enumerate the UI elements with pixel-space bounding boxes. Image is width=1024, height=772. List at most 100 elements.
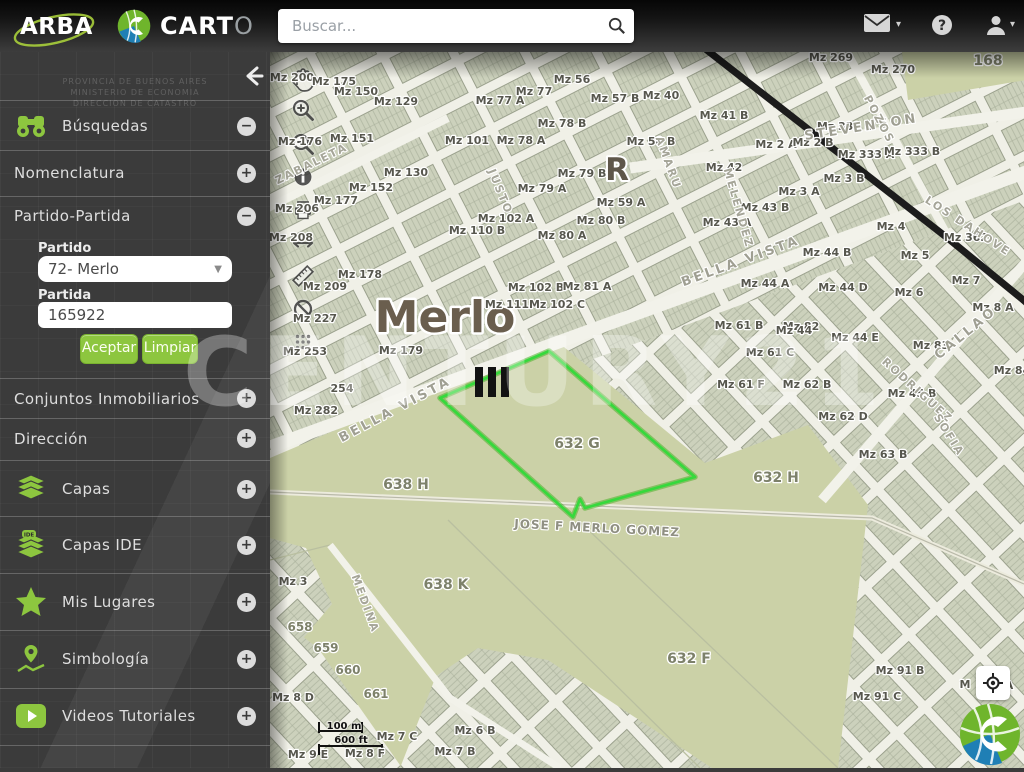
map-label: Mz 56 bbox=[554, 73, 591, 86]
map-label: 661 bbox=[363, 687, 388, 701]
map-label: Mz 41 B bbox=[700, 109, 749, 122]
carto-globe-icon bbox=[116, 8, 152, 44]
map-label: Mz 130 bbox=[384, 166, 428, 179]
sidebar-item-simbologia[interactable]: Simbología + bbox=[0, 636, 270, 682]
map-label: 660 bbox=[335, 663, 360, 677]
map-label: M bbox=[960, 678, 971, 691]
sidebar-item-partido-partida[interactable]: Partido-Partida − bbox=[0, 198, 270, 234]
sidebar: PROVINCIA DE BUENOS AIRES MINISTERIO DE … bbox=[0, 52, 270, 768]
collapse-sidebar-arrow-icon[interactable] bbox=[242, 64, 266, 88]
map-label: 168 bbox=[973, 53, 1002, 69]
expand-icon[interactable]: + bbox=[237, 164, 256, 183]
carto-globe-watermark-icon bbox=[958, 702, 1022, 766]
sidebar-item-direccion[interactable]: Dirección + bbox=[0, 420, 270, 457]
arba-logo-text: ARBA bbox=[20, 14, 93, 40]
map-label: Mz 152 bbox=[349, 181, 393, 194]
sidebar-item-capas[interactable]: Capas + bbox=[0, 464, 270, 514]
expand-icon[interactable]: + bbox=[237, 650, 256, 669]
map-label: 632 H bbox=[753, 470, 799, 486]
star-icon bbox=[10, 587, 52, 617]
map-label: Mz 269 bbox=[809, 52, 853, 64]
map-label: Mz 102 B bbox=[508, 281, 564, 294]
collapse-icon[interactable]: − bbox=[237, 117, 256, 136]
mail-caret-icon[interactable]: ▾ bbox=[896, 19, 901, 30]
partido-select[interactable]: 72- Merlo ▼ bbox=[38, 256, 232, 282]
map-label: Mz 101 bbox=[445, 134, 489, 147]
partido-selected-value: 72- Merlo bbox=[48, 260, 119, 278]
layers-icon bbox=[10, 475, 52, 503]
map-label: Mz 78 A bbox=[497, 134, 546, 147]
map-label: Mz 5 bbox=[901, 249, 930, 262]
aceptar-button[interactable]: Aceptar bbox=[80, 334, 138, 364]
map-label: Mz 7 B bbox=[434, 745, 475, 758]
arba-logo: ARBA bbox=[12, 8, 84, 44]
map-label: Mz 79 A bbox=[518, 182, 567, 195]
map-label: Mz 3 A bbox=[778, 185, 820, 198]
map-label: Mz 129 bbox=[374, 95, 418, 108]
sidebar-item-mis-lugares[interactable]: Mis Lugares + bbox=[0, 578, 270, 626]
map-label: 658 bbox=[287, 620, 312, 634]
search-input[interactable] bbox=[290, 16, 600, 36]
top-navbar: ARBA CARTO ▾ ? ▾ bbox=[0, 0, 1024, 52]
map-label: Mz 150 bbox=[334, 85, 378, 98]
sidebar-item-nomenclatura[interactable]: Nomenclatura + bbox=[0, 153, 270, 193]
scale-imperial-label: 600 ft bbox=[334, 735, 368, 746]
map-label: 254 bbox=[331, 382, 354, 395]
locate-me-button[interactable] bbox=[976, 666, 1010, 700]
map-label: 632 F bbox=[667, 651, 711, 667]
map-label: Mz 44 B bbox=[803, 246, 852, 259]
sidebar-item-label: Mis Lugares bbox=[62, 593, 155, 611]
map-label: Mz 282 bbox=[294, 404, 338, 417]
help-icon[interactable]: ? bbox=[931, 14, 953, 40]
mail-icon[interactable] bbox=[864, 14, 890, 37]
limpiar-button[interactable]: Limpiar bbox=[142, 334, 198, 364]
map-label: Mz 62 D bbox=[818, 410, 867, 423]
map-label: Mz 227 bbox=[293, 312, 337, 325]
expand-icon[interactable]: + bbox=[237, 536, 256, 555]
map-label: Mz 81 A bbox=[563, 280, 612, 293]
map-pin-icon bbox=[10, 645, 52, 673]
sidebar-item-capas-ide[interactable]: IDE Capas IDE + bbox=[0, 520, 270, 570]
map-label: Mz 91 C bbox=[853, 690, 901, 703]
play-video-icon bbox=[10, 704, 52, 728]
map-label: Mz 176 bbox=[278, 135, 322, 148]
sidebar-item-label: Dirección bbox=[14, 430, 88, 448]
sidebar-item-label: Videos Tutoriales bbox=[62, 707, 196, 725]
sidebar-item-label: Capas bbox=[62, 480, 110, 498]
map-label: Mz 6 B bbox=[454, 724, 495, 737]
partida-label: Partida bbox=[38, 288, 91, 303]
partida-input[interactable] bbox=[38, 302, 232, 328]
collapse-icon[interactable]: − bbox=[237, 207, 256, 226]
user-caret-icon[interactable]: ▾ bbox=[1010, 19, 1015, 30]
sidebar-item-label: Búsquedas bbox=[62, 117, 148, 135]
map-label: Mz 6 bbox=[895, 286, 924, 299]
sidebar-item-label: Simbología bbox=[62, 650, 149, 668]
map-label: 659 bbox=[313, 641, 338, 655]
user-icon[interactable] bbox=[985, 14, 1007, 40]
expand-icon[interactable]: + bbox=[237, 593, 256, 612]
sidebar-item-busquedas[interactable]: Búsquedas − bbox=[0, 104, 270, 148]
map-label: Mz 57 B bbox=[591, 92, 640, 105]
map-label: Mz 177 bbox=[314, 194, 358, 207]
map-label: Mz 3 bbox=[279, 575, 308, 588]
sidebar-item-conjuntos-inmobiliarios[interactable]: Conjuntos Inmobiliarios + bbox=[0, 380, 270, 417]
map-label: Mz 78 B bbox=[538, 117, 587, 130]
map-canvas[interactable]: 100 m 600 ft bbox=[270, 52, 1024, 768]
map-label: Mz 44 A bbox=[741, 277, 790, 290]
expand-icon[interactable]: + bbox=[237, 707, 256, 726]
map-label: Mz 3 B bbox=[823, 172, 864, 185]
map-label: Mz 84 bbox=[994, 364, 1024, 377]
map-label: Mz 61 C bbox=[746, 346, 794, 359]
expand-icon[interactable]: + bbox=[237, 429, 256, 448]
sidebar-item-videos-tutoriales[interactable]: Videos Tutoriales + bbox=[0, 693, 270, 739]
search-bar[interactable] bbox=[278, 9, 634, 43]
search-icon[interactable] bbox=[600, 9, 634, 43]
map-label: Mz 110 B bbox=[449, 224, 505, 237]
expand-icon[interactable]: + bbox=[237, 389, 256, 408]
map-label: Mz 151 bbox=[330, 132, 374, 145]
map-label: Mz 333 B bbox=[884, 145, 940, 158]
map-label: Mz 4 bbox=[877, 220, 906, 233]
map-label: Mz 59 A bbox=[597, 196, 646, 209]
map-label: Mz 62 B bbox=[783, 378, 832, 391]
expand-icon[interactable]: + bbox=[237, 480, 256, 499]
